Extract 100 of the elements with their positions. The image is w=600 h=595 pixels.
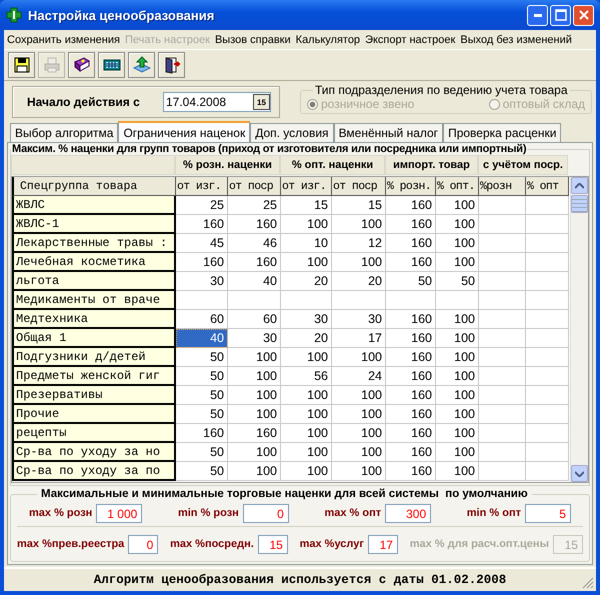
menu-item[interactable]: Экспорт настроек [365, 34, 456, 46]
table-cell[interactable]: 17 [332, 329, 386, 348]
close-button[interactable] [573, 4, 594, 26]
table-cell[interactable] [526, 443, 569, 462]
table-cell[interactable] [526, 272, 569, 291]
table-cell[interactable]: 160 [386, 348, 436, 367]
table-cell[interactable]: 25 [176, 196, 228, 215]
table-cell[interactable]: 50 [176, 367, 228, 386]
scrollbar-thumb[interactable] [571, 195, 588, 213]
table-cell[interactable]: 100 [281, 443, 332, 462]
table-cell[interactable]: 15 [332, 196, 386, 215]
table-cell[interactable]: 56 [281, 367, 332, 386]
table-cell[interactable]: 100 [436, 348, 479, 367]
table-cell[interactable]: 20 [281, 329, 332, 348]
table-cell[interactable]: 100 [281, 215, 332, 234]
table-cell[interactable]: 25 [228, 196, 281, 215]
table-cell[interactable]: 160 [176, 253, 228, 272]
table-cell[interactable]: 160 [176, 424, 228, 443]
table-cell[interactable]: 160 [386, 443, 436, 462]
table-cell[interactable]: 100 [228, 462, 281, 481]
table-cell[interactable] [526, 310, 569, 329]
column-header[interactable]: от поср [228, 177, 281, 196]
table-cell[interactable] [479, 348, 526, 367]
table-cell[interactable] [479, 424, 526, 443]
table-cell[interactable]: 50 [176, 348, 228, 367]
table-cell[interactable] [436, 291, 479, 310]
table-cell[interactable] [526, 462, 569, 481]
table-cell[interactable] [479, 196, 526, 215]
table-cell[interactable]: 50 [436, 272, 479, 291]
table-cell[interactable] [526, 215, 569, 234]
table-cell[interactable] [479, 215, 526, 234]
table-cell[interactable]: 50 [176, 386, 228, 405]
table-cell[interactable]: 160 [228, 253, 281, 272]
table-cell[interactable]: 100 [436, 253, 479, 272]
tab[interactable]: Проверка расценки [443, 123, 562, 142]
input-field[interactable]: 0 [242, 504, 289, 522]
help-button[interactable] [68, 52, 95, 78]
table-cell[interactable]: 100 [281, 348, 332, 367]
table-cell[interactable]: 100 [332, 386, 386, 405]
table-cell[interactable]: 100 [228, 405, 281, 424]
table-cell[interactable]: 12 [332, 234, 386, 253]
input-field[interactable]: 5 [524, 504, 571, 522]
table-cell[interactable]: 100 [436, 462, 479, 481]
minimize-button[interactable] [527, 4, 548, 26]
exit-button[interactable] [158, 52, 185, 78]
table-cell[interactable]: 100 [436, 310, 479, 329]
table-cell[interactable]: 160 [386, 310, 436, 329]
table-cell[interactable]: 10 [281, 234, 332, 253]
table-cell[interactable] [479, 443, 526, 462]
table-cell[interactable]: 60 [228, 310, 281, 329]
table-cell[interactable] [479, 462, 526, 481]
menu-item[interactable]: Калькулятор [296, 34, 360, 46]
table-cell[interactable] [526, 348, 569, 367]
table-cell[interactable] [479, 291, 526, 310]
input-field[interactable]: 300 [385, 504, 432, 522]
table-cell[interactable]: 160 [176, 215, 228, 234]
input-field[interactable]: 15 [258, 534, 288, 554]
table-cell[interactable]: 100 [228, 367, 281, 386]
table-cell[interactable]: 160 [386, 234, 436, 253]
table-cell[interactable]: 160 [386, 386, 436, 405]
column-header[interactable]: от поср [332, 177, 386, 196]
table-cell[interactable]: 40 [228, 272, 281, 291]
table-cell[interactable] [479, 272, 526, 291]
table-cell[interactable] [479, 405, 526, 424]
table-cell[interactable]: 100 [332, 424, 386, 443]
table-cell[interactable] [281, 291, 332, 310]
table-cell[interactable] [479, 310, 526, 329]
table-cell[interactable]: 160 [386, 367, 436, 386]
column-header[interactable]: % розн. [386, 177, 436, 196]
table-cell[interactable]: 100 [332, 253, 386, 272]
table-cell[interactable] [526, 253, 569, 272]
table-cell[interactable]: 100 [332, 348, 386, 367]
table-cell[interactable] [479, 253, 526, 272]
table-cell[interactable]: 100 [281, 405, 332, 424]
table-cell[interactable] [526, 196, 569, 215]
date-field[interactable]: 17.04.2008 15 [163, 92, 271, 112]
column-header[interactable]: от изг. [176, 177, 228, 196]
column-header[interactable]: % опт. [436, 177, 479, 196]
table-cell[interactable]: 100 [281, 386, 332, 405]
calculator-button[interactable] [98, 52, 125, 78]
column-header[interactable]: % опт [526, 177, 569, 196]
table-cell[interactable] [332, 291, 386, 310]
table-cell[interactable]: 100 [332, 405, 386, 424]
table-cell[interactable]: 30 [228, 329, 281, 348]
table-cell[interactable] [526, 329, 569, 348]
input-field[interactable]: 1 000 [96, 504, 142, 522]
table-cell[interactable]: 100 [281, 253, 332, 272]
table-cell[interactable] [228, 291, 281, 310]
table-cell[interactable] [526, 405, 569, 424]
table-cell[interactable]: 100 [228, 443, 281, 462]
table-cell[interactable] [386, 291, 436, 310]
calendar-button[interactable]: 15 [253, 94, 270, 110]
menu-item[interactable]: Вызов справки [214, 34, 291, 46]
table-cell[interactable]: 46 [228, 234, 281, 253]
table-cell[interactable] [479, 367, 526, 386]
table-cell[interactable]: 20 [332, 272, 386, 291]
table-cell[interactable]: 100 [436, 367, 479, 386]
table-cell[interactable]: 24 [332, 367, 386, 386]
table-cell[interactable]: 100 [436, 424, 479, 443]
table-cell[interactable]: 50 [176, 443, 228, 462]
